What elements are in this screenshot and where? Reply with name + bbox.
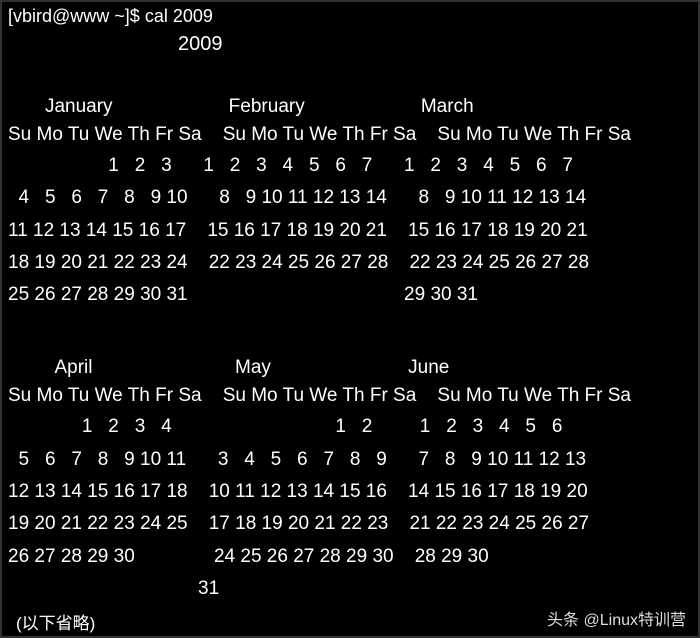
calendar-year-title: 2009 xyxy=(178,33,692,56)
weekday-header-row-1: Su Mo Tu We Th Fr Sa Su Mo Tu We Th Fr S… xyxy=(8,124,692,146)
shell-prompt-line: [vbird@www ~]$ cal 2009 xyxy=(8,6,692,27)
calendar-row-1: January February March Su Mo Tu We Th Fr… xyxy=(8,96,692,311)
month-labels: April May June xyxy=(8,357,449,379)
week-line: 12 13 14 15 16 17 18 10 11 12 13 14 15 1… xyxy=(8,476,692,508)
week-line: 26 27 28 29 30 24 25 26 27 28 29 30 28 2… xyxy=(8,541,692,573)
week-line: 1 2 3 1 2 3 4 5 6 7 1 2 3 4 5 6 7 xyxy=(8,150,692,182)
week-line: 19 20 21 22 23 24 25 17 18 19 20 21 22 2… xyxy=(8,508,692,540)
week-line: 18 19 20 21 22 23 24 22 23 24 25 26 27 2… xyxy=(8,247,692,279)
shell-prompt: [vbird@www ~]$ xyxy=(8,6,140,26)
weekday-header-row-2: Su Mo Tu We Th Fr Sa Su Mo Tu We Th Fr S… xyxy=(8,385,692,407)
week-line: 4 5 6 7 8 9 10 8 9 10 11 12 13 14 8 9 10… xyxy=(8,182,692,214)
month-names-row-2: April May June xyxy=(8,357,692,379)
shell-command[interactable]: cal 2009 xyxy=(145,6,213,26)
week-line: 5 6 7 8 9 10 11 3 4 5 6 7 8 9 7 8 9 10 1… xyxy=(8,444,692,476)
month-names-row-1: January February March xyxy=(8,96,692,118)
truncated-note: (以下省略) xyxy=(16,609,95,634)
watermark-text: 头条 @Linux特训营 xyxy=(547,606,686,630)
month-labels: January February March xyxy=(8,96,474,118)
week-line: 25 26 27 28 29 30 31 29 30 31 xyxy=(8,279,692,311)
calendar-row-2: April May June Su Mo Tu We Th Fr Sa Su M… xyxy=(8,357,692,605)
week-line: 11 12 13 14 15 16 17 15 16 17 18 19 20 2… xyxy=(8,215,692,247)
week-line: 31 xyxy=(8,573,692,605)
week-line: 1 2 3 4 1 2 1 2 3 4 5 6 xyxy=(8,411,692,443)
